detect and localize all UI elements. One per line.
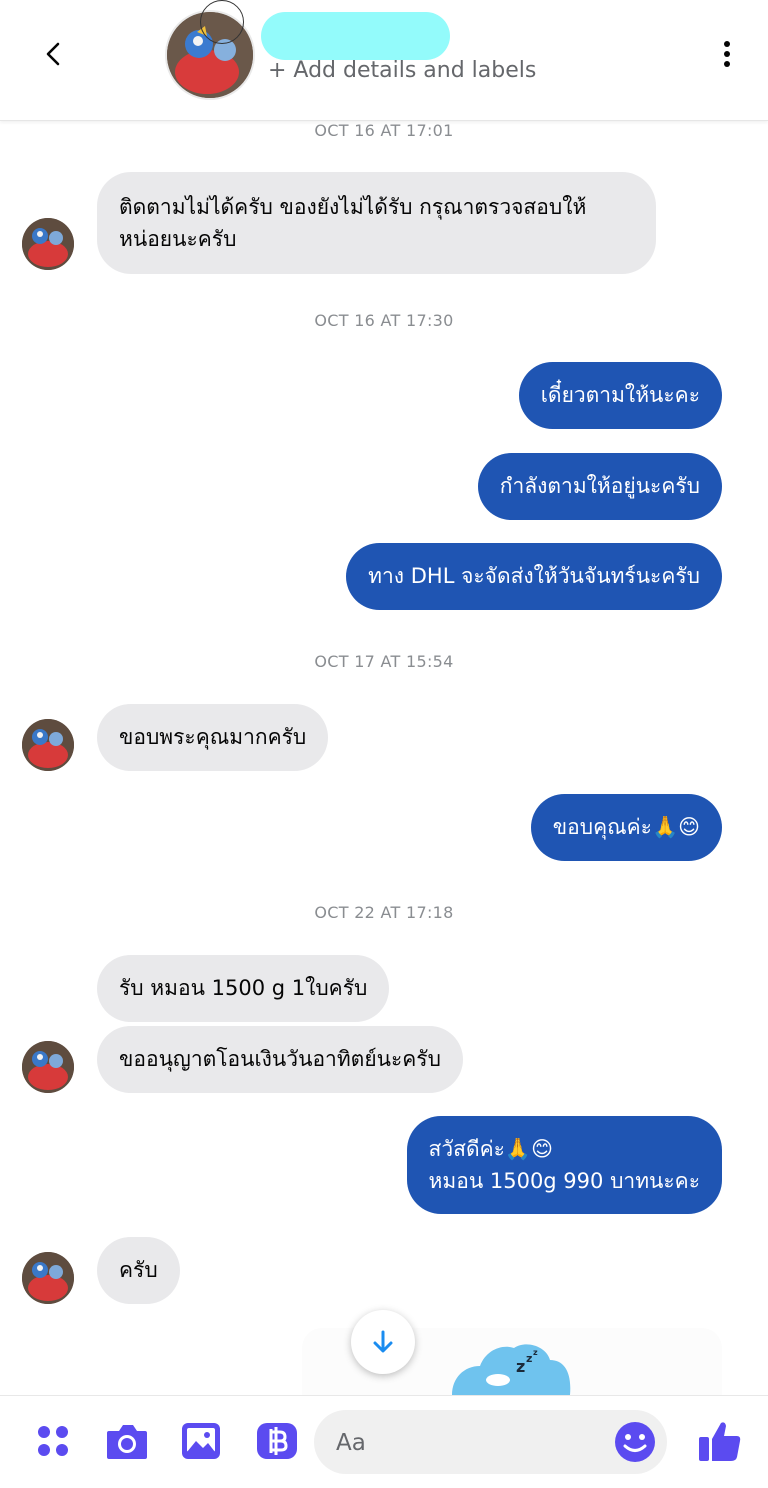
- emoji-button[interactable]: [613, 1420, 657, 1464]
- like-thumb-icon: [699, 1422, 741, 1461]
- message-bubble-incoming[interactable]: ขออนุญาตโอนเงินวันอาทิตย์นะครับ: [97, 1026, 463, 1093]
- more-options-button[interactable]: [703, 30, 751, 78]
- status-ring: [200, 0, 244, 44]
- message-input-container[interactable]: [314, 1410, 667, 1474]
- avatar-image: [22, 1041, 74, 1093]
- crypto-payment-button[interactable]: [252, 1416, 302, 1466]
- message-bubble-outgoing[interactable]: สวัสดีค่ะ🙏😊 หมอน 1500g 990 บาทนะคะ: [406, 1116, 722, 1214]
- contact-avatar[interactable]: [22, 719, 74, 771]
- contact-avatar[interactable]: [22, 1252, 74, 1304]
- like-button[interactable]: [694, 1416, 746, 1466]
- avatar-image: [22, 1252, 74, 1304]
- back-arrow-icon: [46, 42, 60, 66]
- scroll-to-bottom-button[interactable]: [351, 1310, 415, 1374]
- timestamp: OCT 22 AT 17:18: [314, 903, 454, 922]
- message-bubble-incoming[interactable]: ติดตามไม่ได้ครับ ของยังไม่ได้รับ กรุณาตร…: [97, 172, 656, 274]
- message-bubble-incoming[interactable]: รับ หมอน 1500 g 1ใบครับ: [97, 955, 390, 1022]
- camera-icon: [107, 1425, 147, 1459]
- arrow-down-icon: [373, 1330, 393, 1353]
- add-details-link[interactable]: + Add details and labels: [268, 58, 536, 83]
- timestamp: OCT 16 AT 17:30: [314, 311, 454, 330]
- contact-avatar[interactable]: [22, 218, 74, 270]
- back-button[interactable]: [30, 30, 78, 78]
- message-bubble-incoming[interactable]: ครับ: [97, 1237, 180, 1304]
- camera-button[interactable]: [102, 1416, 152, 1466]
- svg-text:z: z: [526, 1352, 532, 1365]
- avatar-image: [22, 719, 74, 771]
- apps-button[interactable]: [28, 1416, 78, 1466]
- message-bubble-outgoing[interactable]: ทาง DHL จะจัดส่งให้วันจันทร์นะครับ: [346, 543, 722, 610]
- contact-avatar[interactable]: [22, 1041, 74, 1093]
- message-composer: [0, 1395, 768, 1488]
- svg-text:z: z: [516, 1357, 525, 1376]
- message-thread[interactable]: OCT 16 AT 17:01 ติดตามไม่ได้ครับ ของยังไ…: [0, 0, 768, 1395]
- contact-name-redacted[interactable]: [261, 12, 450, 60]
- message-bubble-outgoing[interactable]: เดี๋ยวตามให้นะคะ: [518, 362, 722, 429]
- timestamp: OCT 16 AT 17:01: [314, 121, 454, 140]
- message-bubble-incoming[interactable]: ขอบพระคุณมากครับ: [97, 704, 329, 771]
- crypto-baht-icon: [257, 1423, 297, 1459]
- emoji-icon: [615, 1422, 655, 1462]
- conversation-header: + Add details and labels: [0, 0, 768, 121]
- avatar-image: [22, 218, 74, 270]
- message-bubble-outgoing[interactable]: กำลังตามให้อยู่นะครับ: [477, 453, 722, 520]
- gallery-icon: [182, 1423, 220, 1459]
- more-vertical-icon: [724, 41, 730, 67]
- gallery-button[interactable]: [176, 1416, 226, 1466]
- timestamp: OCT 17 AT 15:54: [314, 652, 454, 671]
- message-bubble-outgoing[interactable]: ขอบคุณค่ะ🙏😊: [530, 794, 722, 861]
- message-input[interactable]: [334, 1424, 608, 1462]
- apps-icon: [38, 1426, 68, 1456]
- svg-text:z: z: [533, 1348, 538, 1357]
